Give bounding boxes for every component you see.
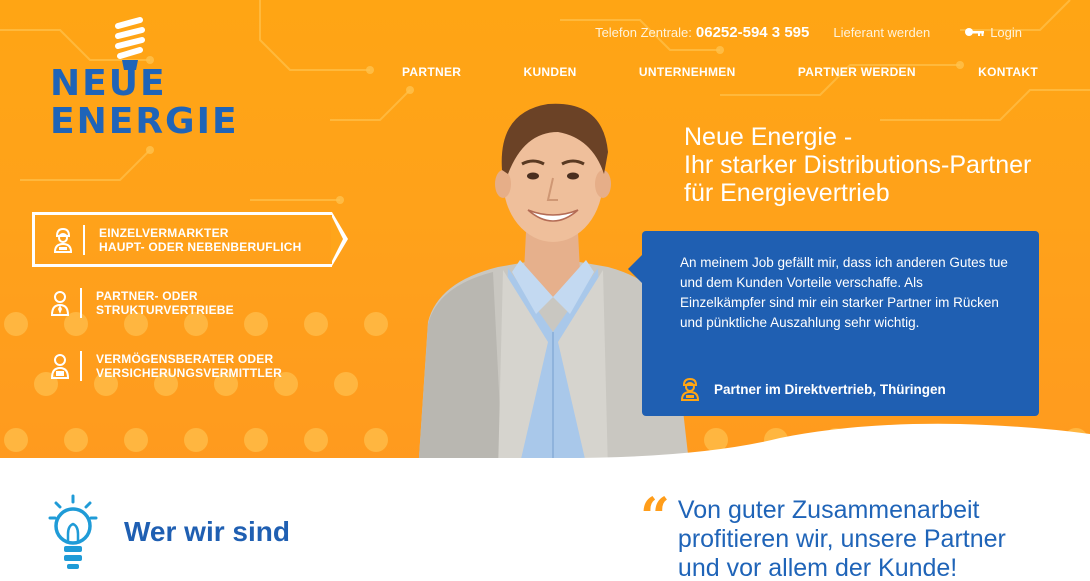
main-nav: PARTNER KUNDEN UNTERNEHMEN PARTNER WERDE… bbox=[402, 65, 1038, 79]
headline-line-3: für Energievertrieb bbox=[684, 179, 890, 207]
top-bar: Telefon Zentrale: 06252-594 3 595 Liefer… bbox=[595, 22, 1022, 42]
nav-item-kunden[interactable]: KUNDEN bbox=[524, 65, 577, 79]
segment-label-line-1: EINZELVERMARKTER bbox=[99, 225, 229, 240]
logo-text-energie: ENERGIE bbox=[50, 101, 239, 142]
nav-item-unternehmen[interactable]: UNTERNEHMEN bbox=[639, 65, 736, 79]
nav-item-partner-werden[interactable]: PARTNER WERDEN bbox=[798, 65, 916, 79]
nav-item-partner[interactable]: PARTNER bbox=[402, 65, 461, 79]
about-heading: Wer wir sind bbox=[124, 516, 290, 547]
hero-headline: Neue Energie - Ihr starker Distributions… bbox=[684, 123, 1064, 207]
quote-mark-icon: “ bbox=[640, 487, 670, 548]
person-helmet-icon bbox=[680, 377, 700, 401]
supplier-link[interactable]: Lieferant werden bbox=[833, 25, 930, 40]
segment-label: EINZELVERMARKTER HAUPT- ODER NEBENBERUFL… bbox=[99, 226, 302, 254]
segment-label-line-1: PARTNER- ODER bbox=[96, 288, 198, 303]
lightbulb-icon bbox=[48, 494, 98, 569]
segment-item-vermoegensberater[interactable]: VERMÖGENSBERATER ODER VERSICHERUNGSVERMI… bbox=[32, 338, 332, 393]
nav-item-kontakt[interactable]: KONTAKT bbox=[978, 65, 1038, 79]
key-icon bbox=[965, 28, 985, 36]
login-link[interactable]: Login bbox=[964, 25, 1022, 40]
segment-item-einzelvermarkter[interactable]: EINZELVERMARKTER HAUPT- ODER NEBENBERUFL… bbox=[32, 212, 348, 267]
headline-line-2: Ihr starker Distributions-Partner bbox=[684, 151, 1032, 179]
person-tie-icon bbox=[50, 290, 70, 316]
segment-separator bbox=[83, 224, 85, 255]
bottom-quote-text: Von guter Zusammenarbeit profitieren wir… bbox=[677, 496, 1006, 581]
segment-label: VERMÖGENSBERATER ODER VERSICHERUNGSVERMI… bbox=[96, 352, 282, 380]
testimonial-quote: An meinem Job gefällt mir, dass ich ande… bbox=[680, 255, 1008, 330]
person-helmet-icon bbox=[53, 227, 73, 253]
segment-label-line-2: HAUPT- ODER NEBENBERUFLICH bbox=[99, 239, 302, 254]
bottom-quote: “ Von guter Zusammenarbeit profitieren w… bbox=[640, 487, 1038, 581]
site-logo[interactable]: NEUE ENERGIE bbox=[50, 16, 240, 140]
phone-label: Telefon Zentrale: bbox=[595, 24, 692, 40]
headline-line-1: Neue Energie - bbox=[684, 123, 853, 151]
hero-section: NEUE ENERGIE Telefon Zentrale: 06252-594… bbox=[0, 0, 1090, 470]
testimonial-author: Partner im Direktvertrieb, Thüringen bbox=[680, 377, 946, 401]
login-label: Login bbox=[990, 24, 1022, 40]
segment-menu: EINZELVERMARKTER HAUPT- ODER NEBENBERUFL… bbox=[32, 212, 348, 401]
segment-label: PARTNER- ODER STRUKTURVERTRIEBE bbox=[96, 289, 234, 317]
about-section: Wer wir sind bbox=[48, 494, 290, 570]
author-label: Partner im Direktvertrieb, Thüringen bbox=[714, 381, 946, 397]
wave-divider bbox=[0, 423, 1090, 480]
testimonial-box: An meinem Job gefällt mir, dass ich ande… bbox=[628, 231, 1039, 416]
segment-separator bbox=[80, 287, 82, 318]
person-briefcase-icon bbox=[50, 353, 70, 379]
phone-number[interactable]: 06252-594 3 595 bbox=[696, 24, 809, 41]
segment-label-line-2: STRUKTURVERTRIEBE bbox=[96, 302, 234, 317]
segment-label-line-2: VERSICHERUNGSVERMITTLER bbox=[96, 365, 282, 380]
logo-text-neue: NEUE bbox=[50, 63, 167, 104]
segment-label-line-1: VERMÖGENSBERATER ODER bbox=[96, 351, 274, 366]
segment-separator bbox=[80, 350, 82, 381]
segment-item-strukturvertriebe[interactable]: PARTNER- ODER STRUKTURVERTRIEBE bbox=[32, 275, 332, 330]
